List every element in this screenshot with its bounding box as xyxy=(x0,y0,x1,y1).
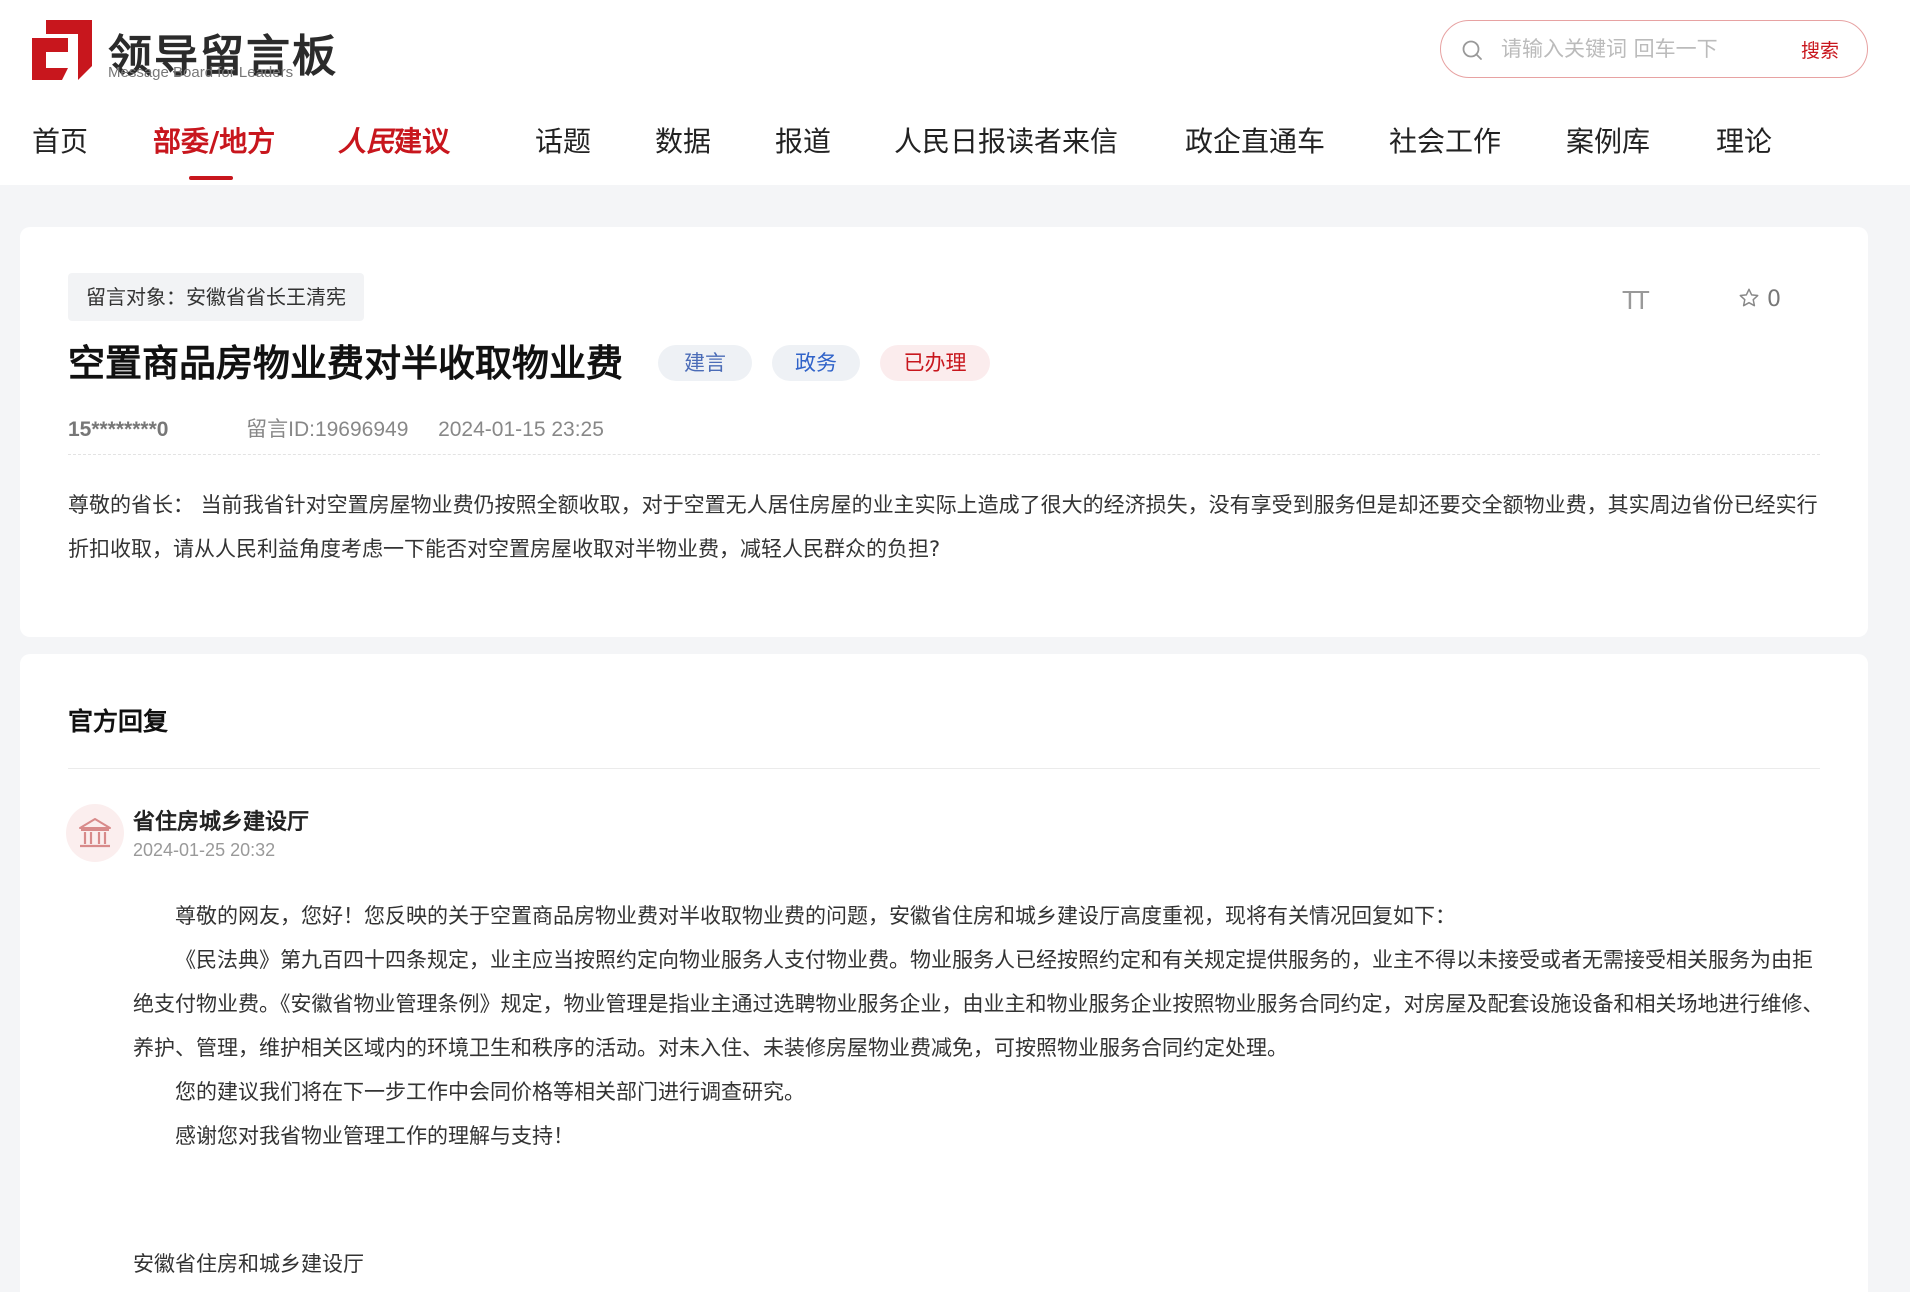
nav-item-reports[interactable]: 报道 xyxy=(775,120,831,160)
search-icon xyxy=(1462,40,1482,60)
reply-paragraph: 《民法典》第九百四十四条规定，业主应当按照约定向物业服务人支付物业费。物业服务人… xyxy=(133,948,1824,1060)
nav-item-data[interactable]: 数据 xyxy=(655,120,711,160)
message-target: 留言对象：安徽省省长王清宪 xyxy=(68,273,364,321)
reply-divider xyxy=(68,768,1820,769)
font-size-icon[interactable]: TT xyxy=(1622,285,1650,316)
nav-item-home[interactable]: 首页 xyxy=(32,120,88,160)
message-id: 留言ID:19696949 xyxy=(246,418,409,441)
star-icon xyxy=(1739,288,1759,307)
nav-item-ministries[interactable]: 部委/地方 xyxy=(153,120,275,160)
message-title: 空置商品房物业费对半收取物业费 xyxy=(68,342,623,385)
reply-heading: 官方回复 xyxy=(68,707,169,736)
nav-item-reader-letters[interactable]: 人民日报读者来信 xyxy=(894,120,1118,160)
tag-government: 政务 xyxy=(772,345,860,381)
reply-org-name: 省住房城乡建设厅 xyxy=(133,810,310,835)
nav-brand-mark: 人民 xyxy=(338,125,395,158)
nav-active-indicator xyxy=(189,176,233,180)
reply-paragraph: 您的建议我们将在下一步工作中会同价格等相关部门进行调查研究。 xyxy=(175,1080,805,1104)
nav-brand-rest: 建议 xyxy=(394,125,451,158)
brand-subtitle: Message Board for Leaders xyxy=(108,64,294,81)
message-datetime: 2024-01-15 23:25 xyxy=(438,418,604,441)
message-content: 尊敬的省长： 当前我省针对空置房屋物业费仍按照全额收取，对于空置无人居住房屋的业… xyxy=(68,493,1818,561)
reply-content: 尊敬的网友，您好！您反映的关于空置商品房物业费对半收取物业费的问题，安徽省住房和… xyxy=(133,894,1830,1158)
reply-datetime: 2024-01-25 20:32 xyxy=(133,840,276,860)
message-card: 留言对象：安徽省省长王清宪 TT 0 空置商品房物业费对半收取物业费 建言 政务… xyxy=(20,227,1868,637)
nav-item-social-work[interactable]: 社会工作 xyxy=(1389,120,1501,160)
search-button[interactable]: 搜索 xyxy=(1801,36,1839,63)
logo-mark-icon xyxy=(32,20,92,80)
reply-signature: 安徽省住房和城乡建设厅 xyxy=(133,1252,364,1276)
reply-paragraph: 感谢您对我省物业管理工作的理解与支持！ xyxy=(175,1124,574,1148)
tag-suggestion: 建言 xyxy=(658,345,752,381)
meta-divider xyxy=(68,454,1820,455)
search-input[interactable] xyxy=(1501,33,1771,65)
site-logo[interactable] xyxy=(32,18,94,80)
reply-card: 官方回复 省住房城乡建设厅 2024-01-25 20:32 尊敬的网友，您好！… xyxy=(20,654,1868,1292)
favorite-button[interactable]: 0 xyxy=(1738,287,1781,312)
nav-item-enterprise[interactable]: 政企直通车 xyxy=(1185,120,1325,160)
nav-item-suggestions[interactable]: 人民建议 xyxy=(338,120,450,160)
nav-item-theory[interactable]: 理论 xyxy=(1716,120,1772,160)
nav-item-topics[interactable]: 话题 xyxy=(535,120,591,160)
nav-item-cases[interactable]: 案例库 xyxy=(1566,120,1650,160)
site-header: 领导留言板 Message Board for Leaders 搜索 首页 部委… xyxy=(0,0,1910,185)
message-user: 15********0 xyxy=(68,418,169,441)
search-box: 搜索 xyxy=(1440,20,1868,78)
government-building-icon xyxy=(79,818,111,848)
org-avatar xyxy=(66,804,124,862)
message-meta: 15********0 留言ID:19696949 2024-01-15 23:… xyxy=(68,413,604,443)
favorite-count: 0 xyxy=(1767,287,1781,312)
reply-paragraph: 尊敬的网友，您好！您反映的关于空置商品房物业费对半收取物业费的问题，安徽省住房和… xyxy=(175,904,1456,928)
status-badge: 已办理 xyxy=(880,345,990,381)
